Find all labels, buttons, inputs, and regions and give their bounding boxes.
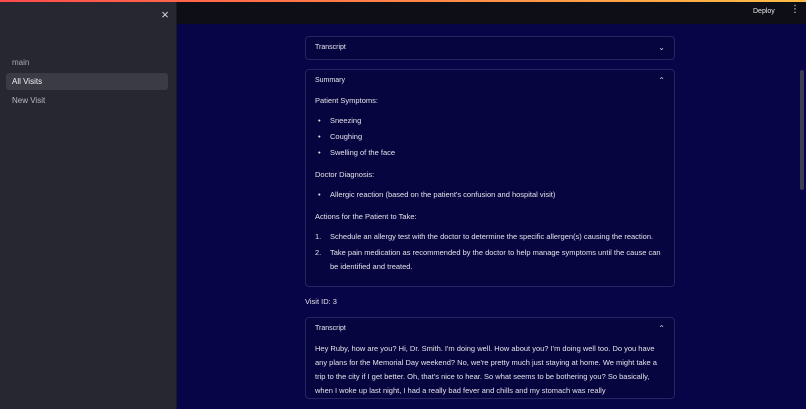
app-window: × main All Visits New Visit Deploy ⋮ Tra…	[0, 0, 806, 409]
main-content: Transcript ⌄ Summary ⌃ Patient Symptoms:…	[305, 36, 675, 399]
transcript-expander: Transcript ⌄	[305, 36, 675, 60]
transcript-text: Hey Ruby, how are you? Hi, Dr. Smith. I'…	[315, 344, 657, 395]
list-item: 1. Schedule an allergy test with the doc…	[315, 230, 665, 244]
sidebar-item-main[interactable]: main	[6, 54, 168, 71]
list-item: 2. Take pain medication as recommended b…	[315, 246, 665, 274]
list-text: Take pain medication as recommended by t…	[330, 248, 661, 271]
expander-title: Transcript	[315, 325, 346, 332]
sidebar-item-all-visits[interactable]: All Visits	[6, 73, 168, 90]
list-item: Swelling of the face	[315, 146, 665, 160]
scrollbar[interactable]	[800, 70, 804, 190]
expander-title: Transcript	[315, 44, 346, 51]
chevron-down-icon: ⌄	[658, 43, 665, 52]
actions-heading: Actions for the Patient to Take:	[315, 212, 417, 221]
sidebar-item-new-visit[interactable]: New Visit	[6, 92, 168, 109]
deploy-button[interactable]: Deploy	[753, 8, 775, 15]
transcript-expander-header[interactable]: Transcript ⌃	[306, 318, 674, 340]
sidebar: × main All Visits New Visit	[0, 2, 177, 409]
chevron-up-icon: ⌃	[658, 324, 665, 333]
list-item: Sneezing	[315, 114, 665, 128]
close-icon[interactable]: ×	[158, 8, 172, 22]
chevron-up-icon: ⌃	[658, 76, 665, 85]
summary-expander-header[interactable]: Summary ⌃	[306, 70, 674, 92]
actions-list: 1. Schedule an allergy test with the doc…	[315, 230, 665, 274]
list-item: Coughing	[315, 130, 665, 144]
symptoms-heading: Patient Symptoms:	[315, 96, 378, 105]
diagnosis-heading: Doctor Diagnosis:	[315, 170, 375, 179]
transcript-expander-open: Transcript ⌃ Hey Ruby, how are you? Hi, …	[305, 317, 675, 399]
summary-body: Patient Symptoms: Sneezing Coughing Swel…	[306, 92, 674, 286]
expander-title: Summary	[315, 77, 345, 84]
list-text: Schedule an allergy test with the doctor…	[330, 232, 654, 241]
header-bar	[177, 2, 806, 24]
list-number: 2.	[315, 248, 322, 257]
sidebar-nav: main All Visits New Visit	[6, 54, 168, 111]
transcript-expander-header[interactable]: Transcript ⌄	[306, 37, 674, 59]
list-item: Allergic reaction (based on the patient'…	[315, 188, 665, 202]
summary-expander: Summary ⌃ Patient Symptoms: Sneezing Cou…	[305, 69, 675, 287]
visit-id-label: Visit ID: 3	[305, 297, 337, 306]
symptoms-list: Sneezing Coughing Swelling of the face	[315, 114, 665, 160]
list-number: 1.	[315, 232, 322, 241]
menu-kebab-icon[interactable]: ⋮	[790, 5, 800, 15]
diagnosis-list: Allergic reaction (based on the patient'…	[315, 188, 665, 202]
